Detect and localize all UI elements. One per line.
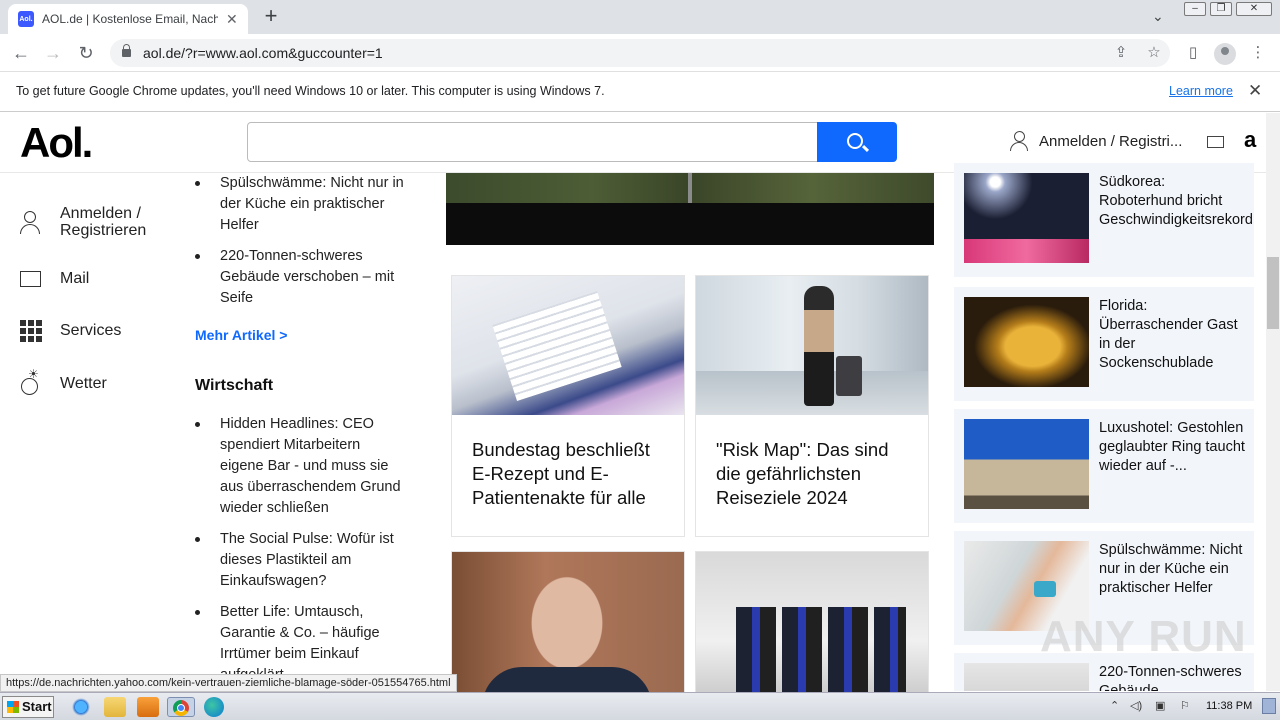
back-arrow-icon[interactable]: ← [10, 42, 32, 64]
bookmark-star-icon[interactable]: ☆ [1145, 44, 1163, 62]
flag-icon[interactable]: ⚐ [1180, 699, 1190, 712]
card-image [696, 276, 928, 415]
card-title: Bundestag beschließt E-Rezept und E-Pati… [472, 439, 650, 508]
ie-icon[interactable] [70, 697, 92, 717]
rail-item[interactable]: Luxushotel: Gestohlen geglaubter Ring ta… [954, 409, 1254, 523]
rail-title: Südkorea: Roboterhund bricht Geschwindig… [1099, 174, 1253, 228]
forward-arrow-icon[interactable]: → [42, 42, 64, 64]
header-login-link[interactable]: Anmelden / Registri... [1010, 131, 1182, 151]
nav-services[interactable]: Services [18, 318, 121, 342]
aol-logo[interactable]: Aol. [20, 119, 93, 167]
share-icon[interactable]: ⇪ [1112, 44, 1130, 62]
network-icon[interactable]: ▣ [1155, 699, 1165, 712]
page-scrollbar[interactable] [1266, 113, 1280, 691]
rail-thumbnail [964, 297, 1089, 387]
infobar-message: To get future Google Chrome updates, you… [16, 84, 605, 98]
more-articles-link[interactable]: Mehr Artikel > [195, 327, 287, 343]
nav-mail-label: Mail [60, 269, 90, 287]
list-item[interactable]: Spülschwämme: Nicht nur in der Küche ein… [195, 173, 405, 236]
hero-image[interactable] [446, 173, 934, 245]
new-tab-button[interactable]: + [258, 4, 284, 30]
grid-icon [18, 318, 42, 342]
explorer-folder-icon[interactable] [104, 697, 126, 717]
start-button[interactable]: Start [2, 696, 54, 718]
rail-title: Luxushotel: Gestohlen geglaubter Ring ta… [1099, 420, 1245, 474]
status-url: https://de.nachrichten.yahoo.com/kein-ve… [0, 674, 457, 692]
profile-avatar-icon[interactable] [1214, 43, 1236, 65]
aol-favicon-icon: Aol. [18, 11, 34, 27]
list-item[interactable]: Better Life: Umtausch, Garantie & Co. – … [195, 602, 405, 674]
weather-icon [18, 367, 42, 395]
chrome-taskbar-button[interactable] [167, 697, 195, 717]
windows-taskbar: Start ⌃ ◁) ▣ ⚐ 11:38 PM [0, 692, 1280, 720]
nav-weather[interactable]: Wetter [18, 367, 107, 395]
mail-icon [18, 266, 42, 290]
search-input[interactable] [247, 122, 818, 162]
nav-weather-label: Wetter [60, 374, 107, 392]
window-close-button[interactable]: ✕ [1236, 2, 1272, 16]
show-desktop-button[interactable] [1262, 698, 1276, 714]
nav-services-label: Services [60, 321, 122, 339]
lock-icon [122, 44, 131, 57]
minimize-button[interactable]: – [1184, 2, 1206, 16]
mail-icon[interactable] [1207, 136, 1224, 148]
clock[interactable]: 11:38 PM [1206, 700, 1252, 712]
url-text: aol.de/?r=www.aol.com&guccounter=1 [143, 45, 383, 61]
address-bar[interactable]: aol.de/?r=www.aol.com&guccounter=1 [110, 39, 1170, 67]
rail-item[interactable]: Florida: Überraschender Gast in der Sock… [954, 287, 1254, 401]
section-title: Wirtschaft [195, 377, 274, 394]
browser-toolbar: ← → ↻ aol.de/?r=www.aol.com&guccounter=1… [0, 34, 1280, 72]
learn-more-link[interactable]: Learn more [1169, 84, 1233, 98]
menu-kebab-icon[interactable]: ⋮ [1249, 44, 1267, 62]
volume-icon[interactable]: ◁) [1130, 699, 1142, 712]
news-card[interactable] [451, 551, 685, 701]
tab-close-icon[interactable]: ✕ [226, 11, 238, 28]
tray-expand-icon[interactable]: ⌃ [1110, 699, 1119, 712]
person-icon [18, 210, 42, 234]
list-item[interactable]: 220-Tonnen-schweres Gebäude verschoben –… [195, 246, 405, 309]
news-card[interactable]: "Risk Map": Das sind die gefährlichsten … [695, 275, 929, 537]
list-item[interactable]: The Social Pulse: Wofür ist dieses Plast… [195, 529, 405, 592]
anyrun-watermark: ANY RUN [1040, 612, 1247, 661]
restore-button[interactable]: ❐ [1210, 2, 1232, 16]
tab-strip: Aol. AOL.de | Kostenlose Email, Nachrich… [0, 0, 1280, 34]
rail-thumbnail [964, 419, 1089, 509]
rail-title: Florida: Überraschender Gast in der Sock… [1099, 298, 1238, 371]
nav-login-label: Anmelden / Registrieren [60, 205, 147, 239]
tab-title: AOL.de | Kostenlose Email, Nachrichten [42, 12, 218, 26]
user-icon [1010, 131, 1028, 151]
side-panel-icon[interactable]: ▯ [1184, 44, 1202, 62]
rail-title: Spülschwämme: Nicht nur in der Küche ein… [1099, 542, 1243, 596]
rail-item[interactable]: Südkorea: Roboterhund bricht Geschwindig… [954, 163, 1254, 277]
reload-icon[interactable]: ↻ [75, 42, 97, 64]
infobar-close-icon[interactable]: ✕ [1248, 81, 1262, 101]
nav-login[interactable]: Anmelden / Registrieren [18, 205, 170, 239]
edge-icon[interactable] [204, 697, 224, 717]
header-login-label: Anmelden / Registri... [1039, 132, 1183, 150]
search-button[interactable] [817, 122, 897, 162]
card-image [452, 276, 684, 415]
news-card[interactable]: Bundestag beschließt E-Rezept und E-Pati… [451, 275, 685, 537]
card-title: "Risk Map": Das sind die gefährlichsten … [716, 439, 889, 508]
scrollbar-thumb[interactable] [1267, 257, 1279, 329]
update-infobar: To get future Google Chrome updates, you… [0, 72, 1280, 112]
nav-mail[interactable]: Mail [18, 266, 89, 290]
amazon-icon[interactable]: a [1244, 127, 1256, 153]
rail-thumbnail [964, 173, 1089, 263]
browser-tab[interactable]: Aol. AOL.de | Kostenlose Email, Nachrich… [8, 4, 248, 34]
news-card[interactable] [695, 551, 929, 701]
tab-search-chevron-icon[interactable]: ⌄ [1152, 8, 1164, 25]
rail-title: 220-Tonnen-schweres Gebäude [1099, 664, 1242, 691]
list-item[interactable]: Hidden Headlines: CEO spendiert Mitarbei… [195, 414, 405, 519]
rail-thumbnail [964, 663, 1089, 691]
chrome-icon [173, 700, 189, 716]
media-player-icon[interactable] [137, 697, 159, 717]
